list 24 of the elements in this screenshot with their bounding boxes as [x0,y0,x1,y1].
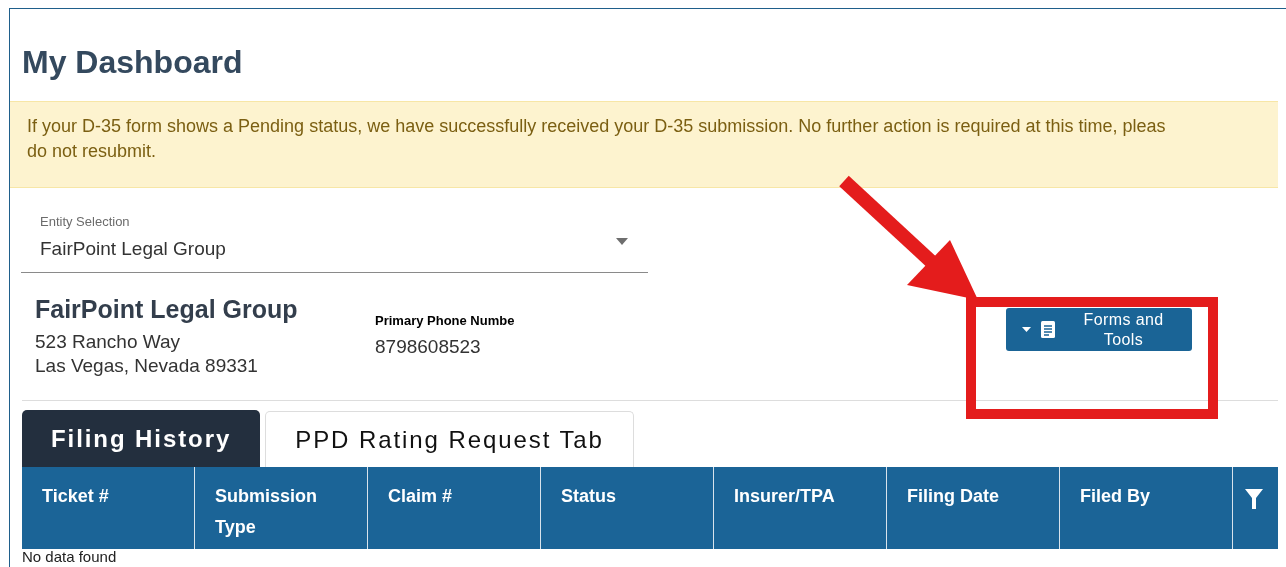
column-header: Filing Date [907,485,1000,508]
tab[interactable]: Filing History [22,410,261,467]
notice-text: If your D-35 form shows a Pending status, we have successfully received your D-35 submission. No further action is required at this time, pleas [27,115,1166,138]
address-line: Las Vegas, Nevada 89331 [35,354,258,378]
entity-name: FairPoint Legal Group [35,294,298,324]
phone-label: Primary Phone Numbe [375,313,515,329]
phone-number: 8798608523 [375,335,481,359]
column-header: Submission Type [215,485,318,539]
notice-text: do not resubmit. [27,140,157,163]
empty-message: No data found [22,549,117,565]
column-header: Insurer/TPA [734,485,836,508]
entity-select[interactable]: Entity Selection FairPoint Legal Group [21,212,648,273]
page-title: My Dashboard [22,43,243,82]
column-header: Ticket # [42,485,110,508]
column-header: Status [561,485,617,508]
document-icon [1041,321,1055,338]
filter-icon[interactable] [1245,489,1263,509]
dropdown-caret-icon [616,238,628,245]
column-header: Claim # [388,485,454,508]
column-header: Filed By [1080,485,1151,508]
tab[interactable]: PPD Rating Request Tab [265,411,634,467]
address-line: 523 Rancho Way [35,330,181,354]
caret-icon [1022,327,1031,332]
forms-and-tools-button[interactable]: Forms and Tools [1006,308,1192,351]
